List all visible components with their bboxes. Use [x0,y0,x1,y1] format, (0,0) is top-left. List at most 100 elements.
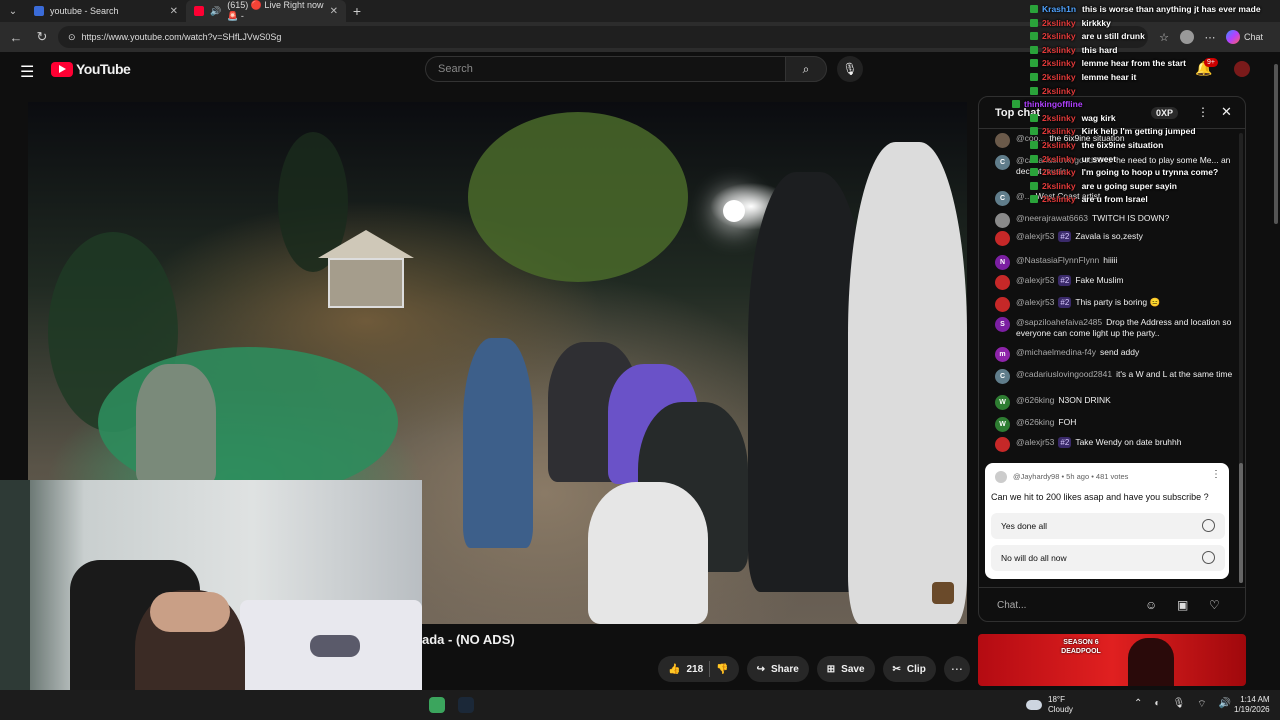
reload-button[interactable]: ↻ [32,29,52,45]
page-scroll-thumb[interactable] [1274,64,1278,224]
radio-icon[interactable] [1202,551,1215,564]
chat-message[interactable]: N @NastasiaFlynnFlynn hiiiii [995,255,1235,270]
chat-author-avatar[interactable]: W [995,395,1010,410]
overlay-chat-line: 2kslinky wag kirk [1030,113,1116,124]
overlay-message: lemme hear it [1081,72,1137,82]
chat-message[interactable]: W @626king N3ON DRINK [995,395,1235,410]
volume-icon[interactable]: 🔊 [1219,698,1231,711]
poll-option-yes[interactable]: Yes done all [991,513,1225,539]
chat-message[interactable]: W @626king FOH [995,417,1235,432]
overlay-chat-line: 2kslinky lemme hear it [1030,72,1136,83]
chat-author-avatar[interactable] [995,133,1010,148]
page-scrollbar[interactable] [1272,52,1280,690]
youtube-logo[interactable]: YouTube [51,61,131,77]
weather-widget[interactable]: 18°F Cloudy [1026,695,1073,715]
youtube-favicon-icon [194,6,204,16]
clip-button[interactable]: ✂ Clip [882,656,936,682]
chat-input[interactable]: Chat... [997,600,1147,611]
chat-author-avatar[interactable]: C [995,369,1010,384]
person-standing-white [848,142,967,624]
chat-author-avatar[interactable] [995,437,1010,452]
chat-author-name[interactable]: @michaelmedina-f4y [1016,347,1096,357]
scroll-thumb[interactable] [1239,463,1243,583]
search-button[interactable]: ⌕ [785,56,827,82]
time: 1:14 AM [1240,695,1270,704]
chat-message-body: @sapziloahefaiva2485 Drop the Address and… [1016,317,1235,339]
thumbs-down-icon[interactable]: 👎 [716,664,728,675]
chat-author-name[interactable]: @626king [1016,395,1054,405]
ad-title: SEASON 6 DEADPOOL [1061,639,1101,655]
new-tab-button[interactable]: + [346,3,368,19]
tab-youtube-search[interactable]: youtube - Search ✕ [26,0,186,22]
chat-author-name[interactable]: @NastasiaFlynnFlynn [1016,255,1099,265]
chat-author-avatar[interactable]: N [995,255,1010,270]
chat-author-avatar[interactable]: C [995,155,1010,170]
super-chat-icon[interactable]: ▣ [1177,598,1188,612]
chat-author-avatar[interactable] [995,213,1010,228]
chat-author-name[interactable]: @neerajrawat6663 [1016,213,1088,223]
edge-icon[interactable]: ◐ [1154,698,1160,711]
chat-author-avatar[interactable]: W [995,417,1010,432]
radio-icon[interactable] [1202,519,1215,532]
chat-author-avatar[interactable] [995,275,1010,290]
tab-search-menu-icon[interactable]: ⌄ [0,0,26,22]
address-bar[interactable]: ⊙ https://www.youtube.com/watch?v=SHfLJV… [58,26,1148,48]
chat-message[interactable]: @neerajrawat6663 TWITCH IS DOWN? [995,213,1235,228]
overlay-chat-line: 2kslinky ur sweet [1030,154,1116,165]
chat-author-name[interactable]: @sapziloahefaiva2485 [1016,317,1102,327]
site-info-icon[interactable]: ⊙ [68,32,76,43]
app-icon-green[interactable] [429,697,445,713]
person-blue-shirt [463,338,533,548]
chat-author-avatar[interactable]: m [995,347,1010,362]
overlay-message: the 6ix9ine situation [1081,140,1164,150]
user-badge-icon [1030,141,1038,149]
save-button[interactable]: ⊞ Save [816,656,875,682]
chat-author-name[interactable]: @alexjr53 [1016,297,1054,307]
chat-message[interactable]: @alexjr53 #2 Take Wendy on date bruhhh [995,437,1235,452]
voice-search-button[interactable]: 🎙 [837,56,863,82]
share-button[interactable]: ↪ Share [746,656,809,682]
thumbs-up-icon[interactable]: 👍 [668,664,680,675]
poll-option-no[interactable]: No will do all now [991,545,1225,571]
chat-author-name[interactable]: @alexjr53 [1016,275,1054,285]
close-tab-icon[interactable]: ✕ [330,6,338,17]
like-count[interactable]: 218 [686,664,703,675]
overlay-username: 2kslinky [1042,153,1076,164]
mic-tray-icon[interactable]: 🎙 [1172,698,1185,711]
chat-author-avatar[interactable] [995,297,1010,312]
divider [709,661,711,677]
chat-author-avatar[interactable] [995,231,1010,246]
hamburger-menu-icon[interactable]: ☰ [20,62,34,82]
video-title: ada - (NO ADS) [422,632,515,647]
more-actions-button[interactable]: ⋯ [943,656,970,682]
tab-live-stream[interactable]: 🔊 (615) 🔴 Live Right now 🚨 - ✕ [186,0,346,22]
chat-author-name[interactable]: @626king [1016,417,1054,427]
steam-icon[interactable] [458,697,474,713]
heart-icon[interactable]: ♡ [1209,598,1220,612]
clock[interactable]: 1:14 AM 1/19/2026 [1234,695,1270,715]
chat-message[interactable]: C @cadariuslovingood2841 it's a W and L at… [995,369,1235,384]
share-label: Share [770,663,799,675]
emoji-icon[interactable]: ☺ [1145,598,1157,612]
chat-author-avatar[interactable]: C [995,191,1010,206]
chat-message[interactable]: @alexjr53 #2 This party is boring 😑 [995,297,1235,312]
chat-message[interactable]: S @sapziloahefaiva2485 Drop the Address an… [995,317,1235,339]
chat-message-body: @626king N3ON DRINK [1016,395,1111,410]
search-input[interactable]: Search [425,56,785,82]
chat-message[interactable]: @alexjr53 #2 Zavala is so,zesty [995,231,1235,246]
chevron-up-icon[interactable]: ⌃ [1134,698,1142,711]
overlay-chat-line: 2kslinky [1030,86,1082,97]
chat-author-avatar[interactable]: S [995,317,1010,332]
ad-character-figure [1128,638,1174,686]
chat-message[interactable]: m @michaelmedina-f4y send addy [995,347,1235,362]
chat-author-name[interactable]: @alexjr53 [1016,231,1054,241]
chat-author-name[interactable]: @cadariuslovingood2841 [1016,369,1112,379]
ad-banner[interactable]: SEASON 6 DEADPOOL [978,634,1246,686]
chat-message[interactable]: @alexjr53 #2 Fake Muslim [995,275,1235,290]
close-tab-icon[interactable]: ✕ [170,6,178,17]
back-button[interactable]: ← [6,30,26,45]
speaker-icon[interactable]: 🔊 [210,6,221,17]
chat-author-name[interactable]: @alexjr53 [1016,437,1054,447]
poll-options-icon[interactable]: ⋮ [1211,469,1221,480]
wifi-icon[interactable]: ⌔ [1197,698,1206,711]
